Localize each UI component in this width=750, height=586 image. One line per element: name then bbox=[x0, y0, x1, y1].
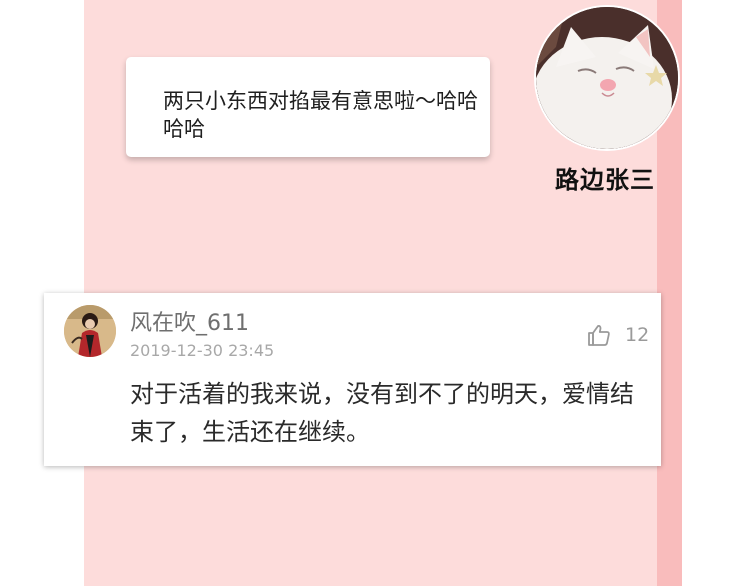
comment-timestamp: 2019-12-30 23:45 bbox=[130, 341, 275, 360]
speech-bubble: 两只小东西对掐最有意思啦～哈哈哈哈 bbox=[126, 57, 490, 157]
thumbs-up-icon bbox=[588, 325, 610, 346]
like-button[interactable]: 12 bbox=[587, 322, 649, 348]
speaker-name: 路边张三 bbox=[555, 166, 655, 194]
user-avatar[interactable] bbox=[64, 305, 116, 357]
comment-text: 对于活着的我来说，没有到不了的明天，爱情结束了，生活还在继续。 bbox=[130, 380, 634, 446]
comment-card: 风在吹_611 2019-12-30 23:45 12 对于活着的我来说，没有到… bbox=[44, 293, 661, 466]
speech-bubble-text: 两只小东西对掐最有意思啦～哈哈哈哈 bbox=[163, 89, 478, 141]
comment-username[interactable]: 风在吹_611 bbox=[130, 305, 249, 337]
cat-face-icon bbox=[536, 7, 678, 149]
cat-avatar bbox=[534, 5, 680, 151]
like-count: 12 bbox=[625, 324, 650, 346]
user-avatar-icon bbox=[64, 305, 116, 357]
